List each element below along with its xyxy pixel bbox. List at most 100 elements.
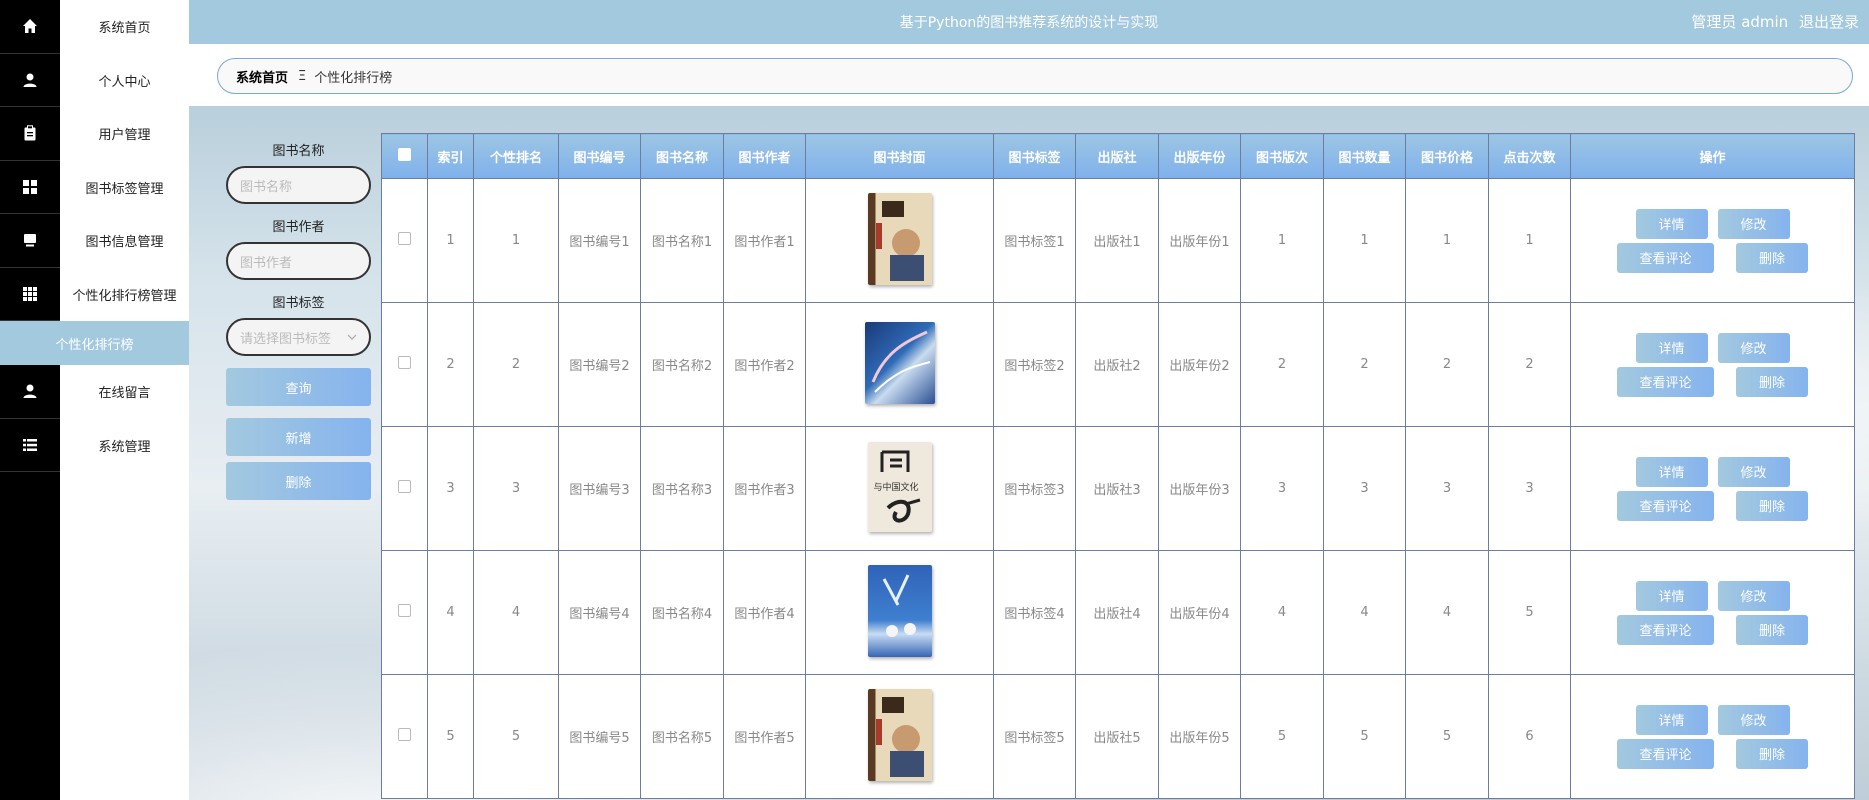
cell-tag: 图书标签5 [993,674,1076,799]
book-author-input[interactable]: 图书作者 [226,242,371,280]
sidebar-item-book-info[interactable]: 图书信息管理 [60,214,189,268]
breadcrumb-home[interactable]: 系统首页 [236,67,288,86]
logout-link[interactable]: 退出登录 [1799,13,1859,31]
book-cover-image[interactable] [867,564,932,657]
cell-name: 图书名称2 [640,302,724,427]
cover-portrait-icon [875,200,924,281]
row-checkbox[interactable] [398,232,411,245]
sidebar-item-profile[interactable]: 个人中心 [60,54,189,108]
chevron-down-icon [347,334,357,340]
cell-clicks: 1 [1488,178,1571,303]
sidebar-item-ranking-manage[interactable]: 个性化排行榜管理 [60,268,189,322]
row-checkbox-cell[interactable] [381,426,428,551]
view-comments-button[interactable]: 查看评论 [1617,614,1714,645]
table-row: 3 3 图书编号3 图书名称3 图书作者3 与中国文化 图书标签3 出版社3 出… [381,426,1855,551]
edit-button[interactable]: 修改 [1717,580,1790,611]
add-button[interactable]: 新增 [226,418,371,456]
select-all-checkbox[interactable] [398,147,411,161]
row-checkbox-cell[interactable] [381,550,428,675]
cell-count: 3 [1323,426,1406,551]
sidebar-item-users[interactable]: 用户管理 [60,107,189,161]
cell-edition: 4 [1240,550,1324,675]
col-price: 图书价格 [1405,133,1489,179]
view-comments-button[interactable]: 查看评论 [1617,490,1714,521]
detail-button[interactable]: 详情 [1635,332,1708,363]
book-cover-image[interactable] [864,321,935,404]
app-title: 基于Python的图书推荐系统的设计与实现 [899,15,1159,31]
detail-button[interactable]: 详情 [1635,580,1708,611]
select-all-checkbox-cell[interactable] [381,133,428,179]
edit-button[interactable]: 修改 [1717,208,1790,239]
cell-clicks: 6 [1488,674,1571,799]
view-comments-button[interactable]: 查看评论 [1617,366,1714,397]
cell-cover [805,550,994,675]
sidebar-item-messages[interactable]: 在线留言 [60,365,189,419]
edit-button[interactable]: 修改 [1717,332,1790,363]
cell-year: 出版年份3 [1158,426,1241,551]
sidebar-item-system[interactable]: 系统管理 [60,419,189,473]
cell-press: 出版社2 [1075,302,1159,427]
row-checkbox[interactable] [398,356,411,369]
breadcrumb: 系统首页 Ξ 个性化排行榜 [217,58,1853,94]
edit-button[interactable]: 修改 [1717,704,1790,735]
grid-icon[interactable] [0,161,60,214]
book-cover-image[interactable] [867,192,932,285]
cell-index: 3 [427,426,474,551]
cell-year: 出版年份1 [1158,178,1241,303]
view-comments-button[interactable]: 查看评论 [1617,242,1714,273]
col-author: 图书作者 [723,133,806,179]
book-tag-select[interactable]: 请选择图书标签 [226,318,371,356]
cell-tag: 图书标签4 [993,550,1076,675]
table-row: 4 4 图书编号4 图书名称4 图书作者4 图书标签4 出版社4 出版年份4 4… [381,550,1855,675]
cell-press: 出版社1 [1075,178,1159,303]
ranking-table: 索引 个性排名 图书编号 图书名称 图书作者 图书封面 图书标签 出版社 出版年… [381,133,1855,799]
cell-index: 2 [427,302,474,427]
cell-author: 图书作者1 [723,178,806,303]
detail-button[interactable]: 详情 [1635,456,1708,487]
delete-button[interactable]: 删除 [1736,490,1808,521]
query-button[interactable]: 查询 [226,368,371,406]
cell-count: 1 [1323,178,1406,303]
cell-rank: 4 [473,550,559,675]
user-icon[interactable] [0,365,60,419]
view-comments-button[interactable]: 查看评论 [1617,738,1714,769]
sidebar-item-book-tags[interactable]: 图书标签管理 [60,161,189,215]
delete-button[interactable]: 删除 [1736,614,1808,645]
user-icon[interactable] [0,54,60,107]
row-checkbox-cell[interactable] [381,302,428,427]
row-checkbox[interactable] [398,728,411,741]
monitor-icon[interactable] [0,214,60,268]
cell-year: 出版年份5 [1158,674,1241,799]
cell-cover [805,178,994,303]
apps-icon[interactable] [0,268,60,321]
cell-code: 图书编号1 [558,178,641,303]
row-checkbox[interactable] [398,480,411,493]
delete-button[interactable]: 删除 [1736,366,1808,397]
list-icon[interactable] [0,419,60,472]
sidebar-item-ranking[interactable]: 个性化排行榜 [0,321,189,365]
book-name-input[interactable]: 图书名称 [226,166,371,204]
cell-press: 出版社4 [1075,550,1159,675]
detail-button[interactable]: 详情 [1635,208,1708,239]
clipboard-icon[interactable] [0,107,60,161]
col-actions: 操作 [1570,133,1855,179]
delete-button[interactable]: 删除 [1736,242,1808,273]
row-checkbox-cell[interactable] [381,178,428,303]
edit-button[interactable]: 修改 [1717,456,1790,487]
cell-cover [805,302,994,427]
cell-name: 图书名称3 [640,426,724,551]
book-cover-image[interactable]: 与中国文化 [867,441,932,532]
table-row: 5 5 图书编号5 图书名称5 图书作者5 图书标签5 出版社5 出版年份5 5… [381,674,1855,799]
row-checkbox[interactable] [398,604,411,617]
row-checkbox-cell[interactable] [381,674,428,799]
batch-delete-button[interactable]: 删除 [226,462,371,500]
sidebar-item-home[interactable]: 系统首页 [60,0,189,54]
sidebar-icon-bar [0,0,60,800]
user-role: 管理员 admin [1691,13,1789,31]
col-code: 图书编号 [558,133,641,179]
book-cover-image[interactable] [867,688,932,781]
cell-clicks: 3 [1488,426,1571,551]
delete-button[interactable]: 删除 [1736,738,1808,769]
detail-button[interactable]: 详情 [1635,704,1708,735]
home-icon[interactable] [0,0,60,54]
